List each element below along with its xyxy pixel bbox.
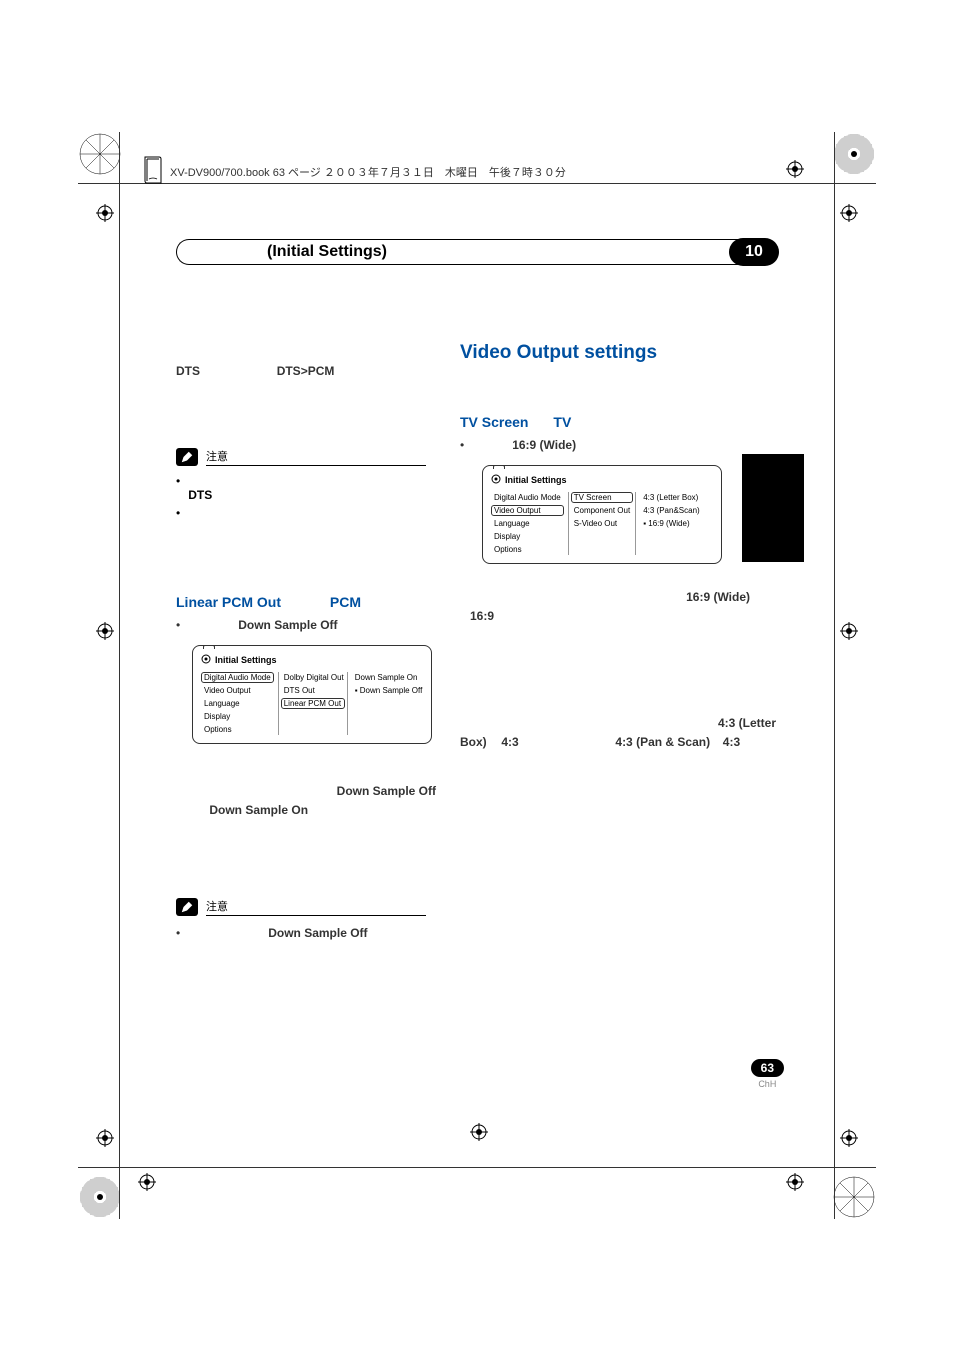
p-box: Box) [460,735,487,749]
note-bullet [176,506,426,520]
osd-item: Digital Audio Mode [491,492,564,503]
chapter-number: 10 [729,238,779,266]
osd-item: Component Out [571,505,633,516]
page-badge: 63 [751,1059,784,1077]
para: 4:3 (Letter [460,714,780,733]
registration-mark [840,622,858,640]
note-block: 注意 [176,448,426,466]
dson-ref: Down Sample On [209,803,308,817]
registration-mark [470,1123,488,1141]
registration-mark [840,1129,858,1147]
gear-icon [491,474,501,486]
osd-title: Initial Settings [201,654,423,666]
p-43a: 4:3 [501,735,518,749]
dts-label: DTS [176,364,200,378]
osd-item: Linear PCM Out [281,698,345,709]
osd-item: Language [201,698,274,709]
h-pcm: PCM [330,594,361,610]
video-output-heading: Video Output settings [460,342,780,364]
para: Box) 4:3 4:3 (Pan & Scan) 4:3 [460,733,780,752]
tv-screen-heading: TV Screen TV [460,414,780,432]
dso-label: Down Sample Off [238,618,337,632]
para: Down Sample Off [176,782,436,801]
p-43lb: 4:3 (Letter [718,716,776,730]
osd-item: ▪ 16:9 (Wide) [640,518,713,529]
osd-title: Initial Settings [491,474,713,486]
note-bullet: Down Sample Off [176,924,426,943]
registration-mark [96,1129,114,1147]
h-169: 16:9 (Wide) [512,438,576,452]
crop-ornament [832,1175,876,1219]
registration-mark [840,204,858,222]
page-number: 63 ChH [751,1059,784,1089]
tv-illustration [742,454,804,562]
osd-item: Digital Audio Mode [201,672,274,683]
note-bullet: DTS [176,474,426,502]
osd-item: 4:3 (Pan&Scan) [640,505,713,516]
dts-line: DTS DTS>PCM [176,362,476,381]
osd-item: Display [491,531,564,542]
registration-mark [96,622,114,640]
osd-item: ▪ Down Sample Off [352,685,426,696]
p-43ps: 4:3 (Pan & Scan) [615,735,710,749]
osd-item: Video Output [491,505,564,516]
p-169: 16:9 [470,609,494,623]
page-chh: ChH [751,1079,784,1089]
p-43b: 4:3 [723,735,740,749]
note-label: 注意 [206,898,426,916]
crop-ornament [78,1175,122,1219]
osd-item: Video Output [201,685,274,696]
note-block: 注意 [176,898,426,916]
dso-ref2: Down Sample Off [268,926,367,940]
note-dts: DTS [188,488,212,502]
gear-icon [201,654,211,666]
registration-mark [138,1173,156,1191]
linear-pcm-heading: Linear PCM Out PCM [176,594,476,612]
crop-ornament [832,132,876,176]
osd-item: Dolby Digital Out [281,672,345,683]
crop-rule [78,183,876,184]
crop-rule [78,1167,876,1168]
osd-panel: Initial Settings Digital Audio Mode Vide… [482,465,722,564]
dso-bullet: Down Sample Off [176,616,476,635]
crop-rule [834,132,835,1219]
chapter-header: (Initial Settings) 10 [176,238,779,266]
h-tv: TV [553,414,571,430]
osd-panel: Initial Settings Digital Audio Mode Vide… [192,645,432,744]
para: 16:9 (Wide) [460,588,780,607]
osd-item: S-Video Out [571,518,633,529]
h-tvscreen: TV Screen [460,414,528,430]
osd-item: TV Screen [571,492,633,503]
registration-mark [786,1173,804,1191]
pencil-icon [176,898,198,916]
osd-item: Down Sample On [352,672,426,683]
registration-mark [96,204,114,222]
crop-rule [119,132,120,1219]
dso-ref: Down Sample Off [337,784,436,798]
bullet-169: 16:9 (Wide) [460,436,780,455]
book-icon [141,155,165,185]
osd-item: Options [201,724,274,735]
osd-item: Options [491,544,564,555]
p-169w: 16:9 (Wide) [686,590,750,604]
note-label: 注意 [206,448,426,466]
header-text: XV-DV900/700.book 63 ページ ２００３年７月３１日 木曜日 … [170,164,566,180]
osd-item: Display [201,711,274,722]
dts-pcm-label: DTS>PCM [277,364,335,378]
chapter-title: (Initial Settings) [176,239,743,265]
pencil-icon [176,448,198,466]
para: 16:9 [460,607,780,626]
registration-mark [786,160,804,178]
osd-item: Language [491,518,564,529]
osd-item: 4:3 (Letter Box) [640,492,713,503]
h-linear: Linear PCM Out [176,594,281,610]
crop-ornament [78,132,122,176]
para: Down Sample On [176,801,436,820]
osd-item: DTS Out [281,685,345,696]
